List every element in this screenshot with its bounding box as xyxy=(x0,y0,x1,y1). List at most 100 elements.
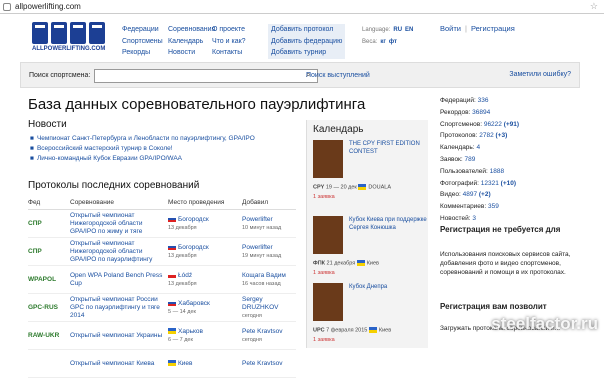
stat-delta: (+3) xyxy=(496,132,508,139)
table-row[interactable]: СПР Открытый чемпионат Нижегородской обл… xyxy=(28,210,296,238)
address-url[interactable]: allpowerlifting.com xyxy=(15,2,81,11)
logo-text: ALLPOWERLIFTING.COM xyxy=(32,46,110,52)
stat-delta: (+91) xyxy=(504,121,519,128)
nav-about[interactable]: О проекте xyxy=(212,24,246,36)
nav-column-1: Федерации Спортсмены Рекорды xyxy=(122,24,163,59)
row-competition[interactable]: Открытый чемпионат Нижегородской области… xyxy=(70,212,168,236)
stat-value[interactable]: 12321 xyxy=(481,180,499,187)
address-bar[interactable]: allpowerlifting.com ☆ xyxy=(0,0,604,14)
table-row[interactable]: GPC-RUS Открытый чемпионат России GPC по… xyxy=(28,294,296,322)
table-row[interactable]: СПР Открытый чемпионат Нижегородской обл… xyxy=(28,238,296,266)
login-link[interactable]: Войти xyxy=(440,24,461,33)
table-header: Фед Соревнование Место проведения Добави… xyxy=(28,196,296,210)
row-competition[interactable]: Открытый чемпионат Украины xyxy=(70,332,168,340)
search-input[interactable] xyxy=(94,69,318,83)
register-link[interactable]: Регистрация xyxy=(471,24,515,33)
flag-icon xyxy=(168,272,176,278)
stat-row: Рекордов: 36894 xyxy=(440,107,519,119)
row-federation[interactable]: GPC-RUS xyxy=(28,304,70,311)
registration-not-required-text: Использования поисковых сервисов сайта, … xyxy=(440,250,590,277)
row-added-by: Powerlifter10 минут назад xyxy=(242,216,296,232)
lang-en[interactable]: EN xyxy=(405,27,413,33)
stat-value[interactable]: 96222 xyxy=(484,121,502,128)
news-list: ■Чемпионат Санкт-Петербурга и Ленобласти… xyxy=(30,134,255,164)
row-added-by: Кощага Вадим16 часов назад xyxy=(242,272,296,288)
nav-athletes[interactable]: Спортсмены xyxy=(122,36,163,48)
stat-value[interactable]: 36894 xyxy=(472,109,490,116)
news-item[interactable]: ■Лично-командный Кубок Евразии GPA/IPO/W… xyxy=(30,154,255,164)
nav-add-tournament[interactable]: Добавить турнир xyxy=(268,47,345,59)
stat-delta: (+10) xyxy=(501,180,516,187)
row-competition[interactable]: Открытый чемпионат России GPC по пауэрли… xyxy=(70,296,168,320)
bullet-icon: ■ xyxy=(30,135,34,142)
news-heading: Новости xyxy=(28,119,67,130)
news-item[interactable]: ■Всероссийский мастерский турнир в Сокол… xyxy=(30,144,255,154)
event-title[interactable]: THE CPY FIRST EDITION CONTEST xyxy=(349,140,427,156)
stat-row: Фотографий: 12321 (+10) xyxy=(440,178,519,190)
stat-value[interactable]: 1888 xyxy=(490,168,504,175)
stat-row: Новостей: 3 xyxy=(440,213,519,225)
site-logo[interactable]: ALLPOWERLIFTING.COM xyxy=(32,22,110,56)
registration-benefits-heading[interactable]: Регистрация вам позволит xyxy=(440,302,590,312)
weights-label: Веса: xyxy=(362,39,377,45)
row-added-by: Pete Kravtsov xyxy=(242,360,296,368)
event-entries[interactable]: 1 заявка xyxy=(313,194,335,200)
search-bar: Поиск спортсмена: ⌕ Поиск выступлений За… xyxy=(20,62,580,88)
row-location: Łódź13 декабря xyxy=(168,272,242,288)
stat-value[interactable]: 789 xyxy=(465,156,476,163)
event-image[interactable] xyxy=(313,216,343,254)
event-entries[interactable]: 1 заявка xyxy=(313,337,335,343)
star-icon[interactable]: ☆ xyxy=(590,1,598,12)
search-performances-link[interactable]: Поиск выступлений xyxy=(306,72,370,79)
row-federation[interactable]: RAW-UKR xyxy=(28,332,70,339)
row-competition[interactable]: Открытый чемпионат Киева xyxy=(70,360,168,368)
stat-value[interactable]: 4897 xyxy=(463,191,477,198)
event-entries[interactable]: 1 заявка xyxy=(313,270,335,276)
calendar-panel: Календарь THE CPY FIRST EDITION CONTEST … xyxy=(306,120,428,348)
nav-contacts[interactable]: Контакты xyxy=(212,47,246,59)
report-mistake-link[interactable]: Заметили ошибку? xyxy=(509,71,571,78)
nav-competitions[interactable]: Соревнования xyxy=(168,24,215,36)
calendar-heading: Календарь xyxy=(313,124,363,135)
nav-add-federation[interactable]: Добавить федерацию xyxy=(268,36,345,48)
table-row[interactable]: RAW-UKR Открытый чемпионат Украины Харьк… xyxy=(28,322,296,350)
stat-row: Видео: 4897 (+2) xyxy=(440,189,519,201)
event-image[interactable] xyxy=(313,283,343,321)
row-federation[interactable]: WPAPOL xyxy=(28,276,70,283)
table-row[interactable]: WPAPOL Open WPA Poland Bench Press Cup Ł… xyxy=(28,266,296,294)
row-location: Хабаровск5 — 14 дек xyxy=(168,300,242,316)
event-title[interactable]: Кубок Днепра xyxy=(349,283,427,291)
row-location: Богородск13 декабря xyxy=(168,216,242,232)
row-competition[interactable]: Открытый чемпионат Нижегородской области… xyxy=(70,240,168,264)
stat-value[interactable]: 4 xyxy=(476,144,480,151)
unit-lb[interactable]: фт xyxy=(389,39,397,45)
page-icon xyxy=(3,3,11,11)
stat-row: Федераций: 336 xyxy=(440,95,519,107)
row-added-by: Sergey DRUZHKOVсегодня xyxy=(242,296,296,320)
lang-ru[interactable]: RU xyxy=(393,27,402,33)
nav-calendar[interactable]: Календарь xyxy=(168,36,215,48)
stat-value[interactable]: 336 xyxy=(478,97,489,104)
row-federation[interactable]: СПР xyxy=(28,248,70,255)
flag-icon xyxy=(168,360,176,366)
event-image[interactable] xyxy=(313,140,343,178)
news-item[interactable]: ■Чемпионат Санкт-Петербурга и Ленобласти… xyxy=(30,134,255,144)
stat-value[interactable]: 2782 xyxy=(479,132,493,139)
row-federation[interactable]: СПР xyxy=(28,220,70,227)
event-title[interactable]: Кубок Киева при поддержке Сергея Конюшка xyxy=(349,216,427,232)
nav-how[interactable]: Что и как? xyxy=(212,36,246,48)
search-label: Поиск спортсмена: xyxy=(29,72,90,79)
stat-value[interactable]: 3 xyxy=(472,215,476,222)
flag-icon xyxy=(357,260,365,266)
protocols-heading: Протоколы последних соревнований xyxy=(28,180,199,191)
nav-federations[interactable]: Федерации xyxy=(122,24,163,36)
nav-records[interactable]: Рекорды xyxy=(122,47,163,59)
table-row[interactable]: Открытый чемпионат Киева Киев Pete Kravt… xyxy=(28,350,296,378)
row-competition[interactable]: Open WPA Poland Bench Press Cup xyxy=(70,272,168,288)
unit-kg[interactable]: кг xyxy=(380,39,386,45)
nav-add-protocol[interactable]: Добавить протокол xyxy=(268,24,345,36)
nav-news[interactable]: Новости xyxy=(168,47,215,59)
stat-row: Заявок: 789 xyxy=(440,154,519,166)
event-meta: CPY 19 — 20 дек DOUALA xyxy=(313,184,391,190)
stat-value[interactable]: 359 xyxy=(488,203,499,210)
